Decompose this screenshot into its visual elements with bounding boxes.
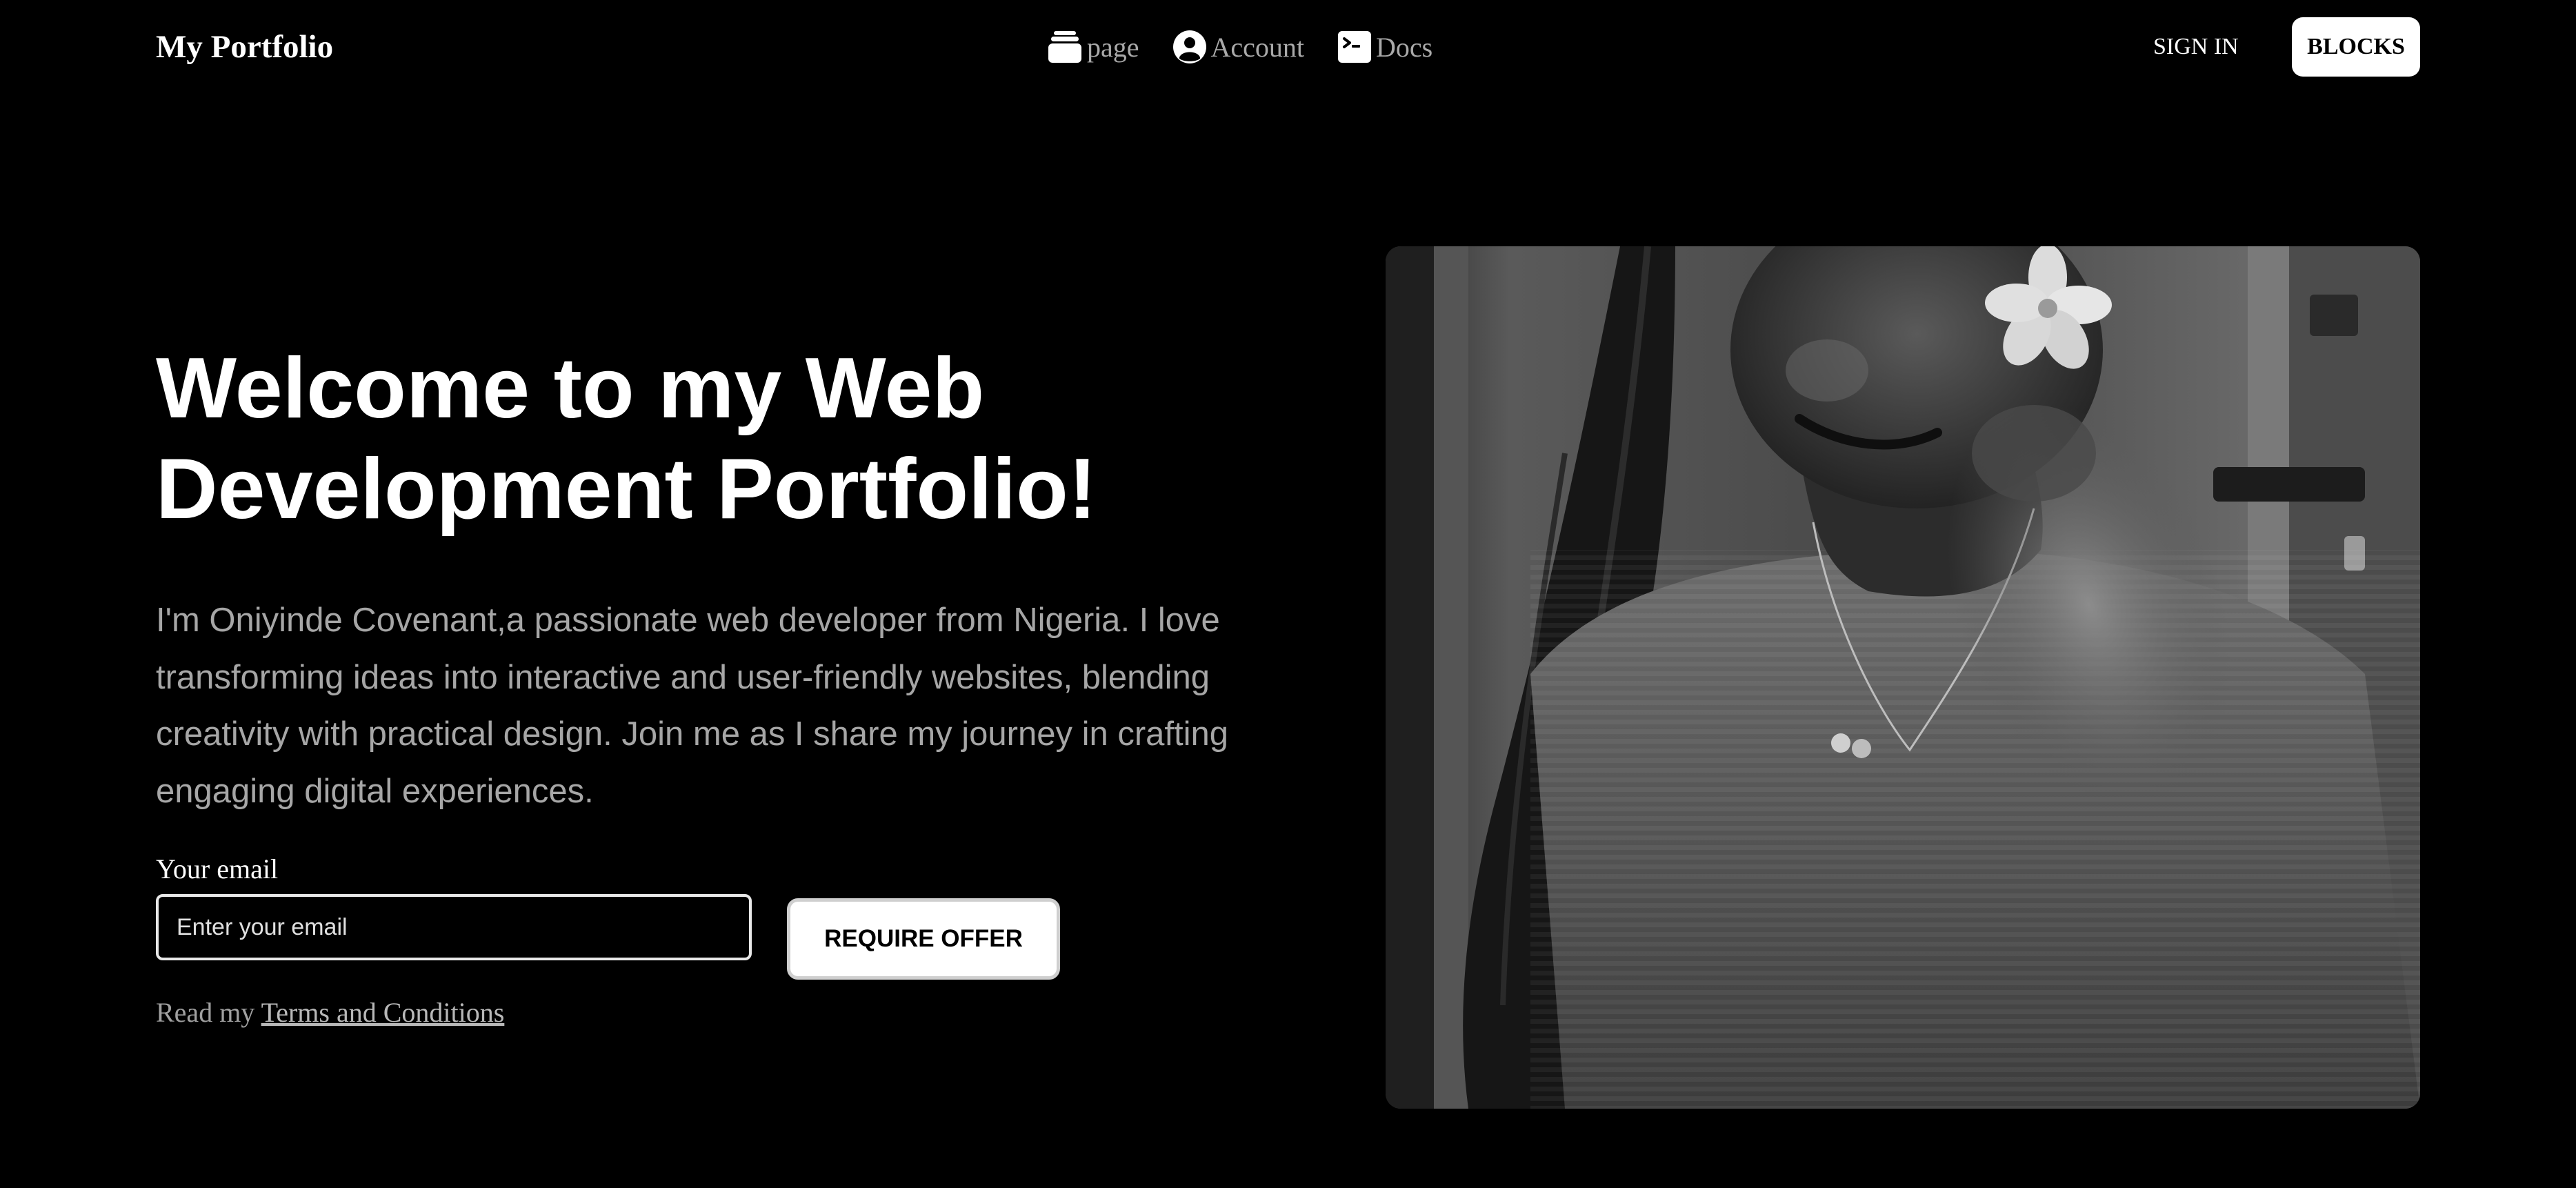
portrait-photo — [1386, 246, 2420, 1109]
email-label: Your email — [156, 853, 279, 884]
terms-link[interactable]: Terms and Conditions — [261, 997, 505, 1028]
nav-link-page[interactable]: page — [1047, 30, 1139, 64]
nav-link-docs[interactable]: Docs — [1337, 30, 1432, 63]
hero-description: I'm Oniyinde Covenant,a passionate web d… — [156, 602, 1229, 810]
nav-link-account-label: Account — [1210, 31, 1305, 63]
terminal-icon — [1337, 30, 1372, 63]
nav-link-page-label: page — [1087, 31, 1139, 63]
require-offer-button[interactable]: REQUIRE OFFER — [787, 898, 1060, 980]
nav-links: page Account Docs — [1047, 28, 1432, 66]
nav-link-docs-label: Docs — [1376, 31, 1433, 63]
terms-line: Read my Terms and Conditions — [156, 995, 504, 1031]
sign-in-link[interactable]: SIGN IN — [2153, 30, 2239, 63]
top-navbar: My Portfolio page Account Docs SIGN IN B… — [0, 0, 2576, 97]
email-input[interactable] — [156, 894, 752, 960]
terms-prefix: Read my — [156, 997, 255, 1028]
layers-icon — [1047, 30, 1083, 64]
brand-logo[interactable]: My Portfolio — [156, 28, 333, 66]
hero-title: Welcome to my Web Development Portfolio! — [156, 341, 1097, 537]
blocks-button[interactable]: BLOCKS — [2292, 17, 2420, 77]
user-circle-icon — [1172, 30, 1207, 64]
nav-link-account[interactable]: Account — [1172, 30, 1305, 64]
